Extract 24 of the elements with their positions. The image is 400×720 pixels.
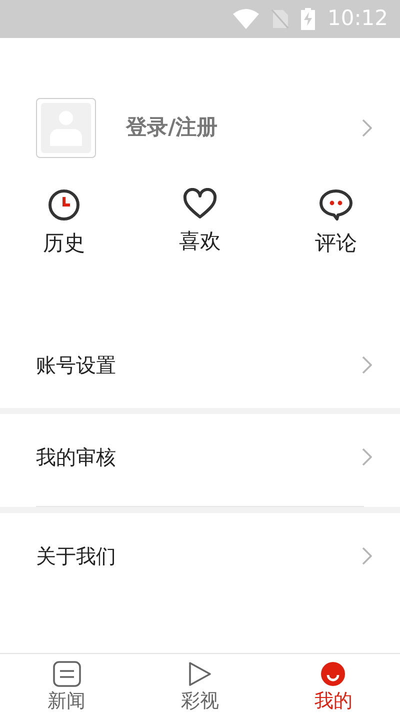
battery-charging-icon [301,8,316,30]
clock-icon [47,188,81,222]
chevron-right-icon [362,119,372,137]
heart-icon [183,188,217,220]
chevron-right-icon [362,356,372,374]
shortcut-button[interactable]: 历史 [36,188,92,260]
news-icon [52,661,81,687]
login-label: 登录/注册 [126,114,219,142]
smiley-icon [320,661,346,687]
play-icon [188,661,212,687]
wifi-icon [233,9,260,29]
shortcut-button[interactable]: 喜欢 [172,188,228,260]
tab[interactable]: 我的 [266,654,400,720]
shortcut-button[interactable]: 评论 [308,188,364,260]
tab[interactable]: 彩视 [133,654,267,720]
chevron-right-icon [362,448,372,466]
menu-item[interactable]: 关于我们 [0,512,400,598]
chevron-right-icon [362,546,372,564]
menu-item[interactable]: 账号设置 [0,322,400,408]
tab[interactable]: 新闻 [0,654,134,720]
no-sim-icon [271,9,290,29]
login-row[interactable]: 登录/注册 [0,98,400,158]
speech-bubble-icon [319,188,353,222]
menu-item[interactable]: 我的审核 [0,414,400,500]
